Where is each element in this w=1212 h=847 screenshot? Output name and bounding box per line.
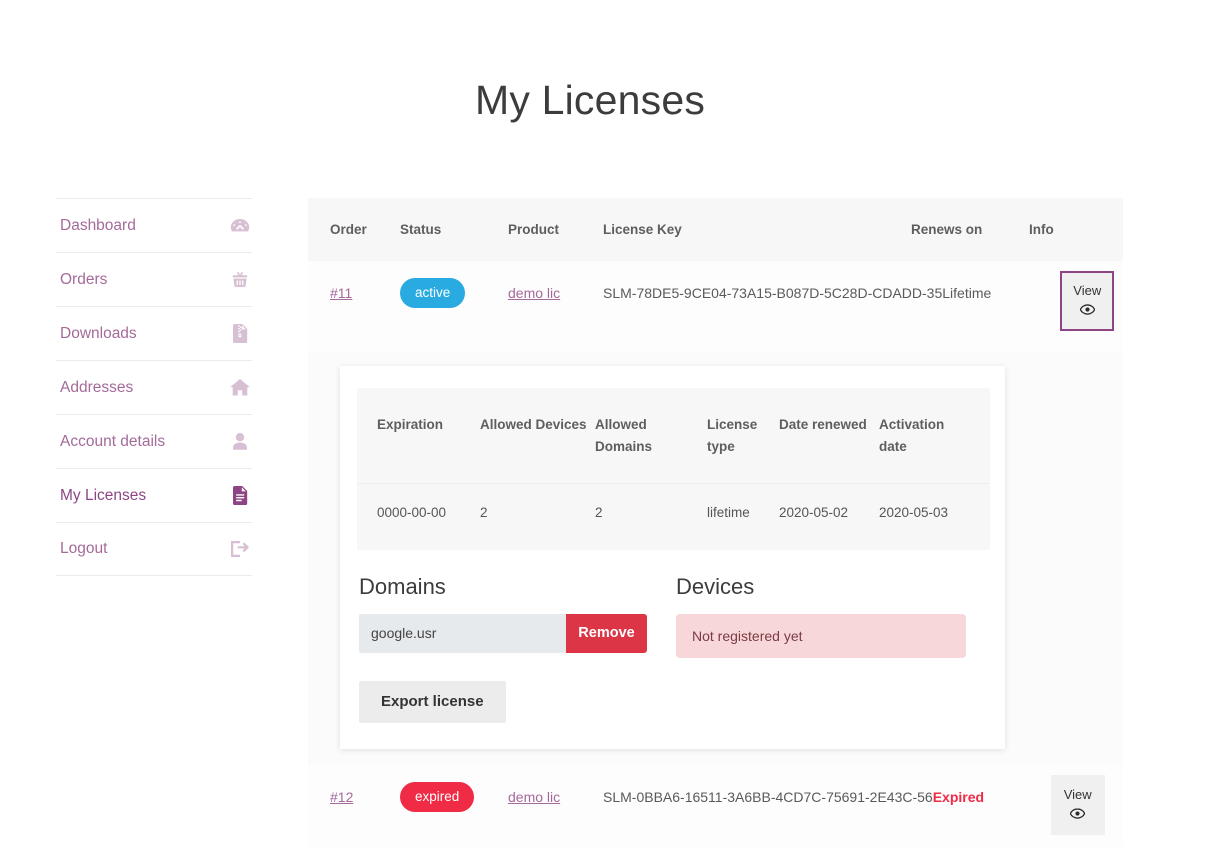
eye-icon	[1079, 303, 1096, 318]
license-key-cell: SLM-0BBA6-16511-3A6BB-4CD7C-75691-2E43C-…	[603, 788, 933, 805]
sidebar-item-label: Downloads	[60, 324, 137, 342]
page-title: My Licenses	[474, 77, 706, 124]
meta-expiration: 0000-00-00	[377, 505, 447, 521]
view-button-label: View	[1063, 786, 1092, 802]
license-meta-row: 0000-00-00 2 2 lifetime 2020-05-02 2020-…	[357, 483, 990, 551]
header-status: Status	[400, 222, 442, 237]
license-meta-header: Expiration Allowed Devices Allowed Domai…	[357, 388, 990, 484]
devices-empty-notice: Not registered yet	[676, 613, 966, 658]
sidebar-item-downloads[interactable]: Downloads	[56, 306, 252, 360]
view-button-label: View	[1073, 283, 1102, 298]
domains-column: Domains Remove Export license	[359, 574, 676, 723]
license-detail-wrapper: Expiration Allowed Devices Allowed Domai…	[308, 351, 1123, 765]
logout-icon	[230, 539, 250, 559]
meta-header-activation-date: Activation date	[879, 417, 945, 454]
devices-heading: Devices	[676, 574, 755, 600]
header-renews-on: Renews on	[911, 222, 983, 237]
basket-icon	[230, 270, 250, 290]
devices-column: Devices Not registered yet	[676, 574, 988, 722]
order-cell: #11	[330, 281, 400, 305]
domain-input[interactable]	[359, 613, 566, 653]
product-cell: demo lic	[508, 785, 603, 809]
licenses-table: Order Status Product License Key Renews …	[308, 198, 1123, 847]
sidebar-item-orders[interactable]: Orders	[56, 252, 252, 306]
table-row: #12 expired demo lic SLM-0BBA6-16511-3A6…	[308, 764, 1123, 847]
renews-on-cell: Expired	[933, 785, 1051, 809]
sidebar-item-label: Logout	[60, 540, 108, 558]
meta-license-type: lifetime	[707, 505, 750, 521]
info-cell: View	[1050, 774, 1123, 835]
product-cell: demo lic	[508, 281, 603, 305]
sidebar-item-label: Account details	[60, 432, 166, 450]
meta-activation-date: 2020-05-03	[879, 505, 949, 521]
meta-header-expiration: Expiration	[377, 417, 444, 432]
meta-allowed-devices: 2	[480, 505, 488, 521]
licenses-table-header: Order Status Product License Key Renews …	[308, 198, 1123, 261]
sidebar-item-label: Dashboard	[60, 216, 136, 234]
meta-date-renewed: 2020-05-02	[779, 505, 849, 521]
domain-entry-row: Remove	[359, 613, 647, 653]
sidebar-item-label: My Licenses	[60, 486, 147, 504]
sidebar-item-addresses[interactable]: Addresses	[56, 360, 252, 414]
status-cell: active	[400, 278, 508, 308]
document-icon	[230, 486, 250, 506]
sidebar-item-dashboard[interactable]: Dashboard	[56, 198, 252, 252]
export-license-button[interactable]: Export license	[359, 680, 506, 723]
sidebar-item-label: Addresses	[60, 378, 134, 396]
view-license-button[interactable]: View	[1050, 774, 1105, 835]
product-link[interactable]: demo lic	[508, 285, 560, 301]
license-key-cell: SLM-78DE5-9CE04-73A15-B087D-5C28D-CDADD-…	[603, 285, 943, 301]
license-detail-panel: Expiration Allowed Devices Allowed Domai…	[340, 366, 1005, 749]
domains-devices-section: Domains Remove Export license Devices No…	[357, 574, 988, 723]
sidebar-item-label: Orders	[60, 270, 108, 288]
order-link[interactable]: #12	[330, 789, 353, 805]
dashboard-icon	[230, 216, 250, 236]
renews-on-value: Lifetime	[942, 285, 992, 301]
file-zip-icon	[230, 324, 250, 344]
status-cell: expired	[400, 781, 508, 812]
my-licenses-page: My Licenses Dashboard Orders Downloads Addr…	[0, 0, 1212, 847]
user-icon	[230, 432, 250, 452]
order-link[interactable]: #11	[330, 285, 352, 301]
header-order: Order	[330, 222, 367, 237]
eye-icon	[1069, 807, 1086, 822]
meta-header-date-renewed: Date renewed	[779, 417, 867, 432]
license-meta-table: Expiration Allowed Devices Allowed Domai…	[357, 388, 990, 551]
meta-header-license-type: License type	[707, 417, 758, 454]
meta-allowed-domains: 2	[595, 505, 603, 521]
sidebar-item-my-licenses[interactable]: My Licenses	[56, 468, 252, 522]
meta-header-allowed-domains: Allowed Domains	[595, 417, 653, 454]
header-product: Product	[508, 222, 560, 237]
home-icon	[230, 378, 250, 398]
devices-empty-message: Not registered yet	[692, 627, 803, 644]
meta-header-allowed-devices: Allowed Devices	[480, 417, 587, 432]
header-license-key: License Key	[603, 222, 682, 237]
renews-on-cell: Lifetime	[942, 281, 1060, 305]
sidebar-item-logout[interactable]: Logout	[56, 522, 252, 576]
header-info: Info	[1029, 222, 1054, 237]
renews-on-value: Expired	[932, 788, 985, 805]
product-link[interactable]: demo lic	[508, 789, 560, 805]
status-badge: expired	[400, 781, 475, 812]
view-license-button[interactable]: View	[1060, 271, 1115, 331]
remove-domain-button[interactable]: Remove	[566, 613, 647, 653]
status-badge: active	[400, 278, 466, 308]
order-cell: #12	[330, 785, 400, 809]
table-row: #11 active demo lic SLM-78DE5-9CE04-73A1…	[308, 261, 1123, 351]
sidebar-item-account-details[interactable]: Account details	[56, 414, 252, 468]
domains-heading: Domains	[359, 574, 446, 600]
account-sidebar: Dashboard Orders Downloads Addresses Account…	[56, 198, 252, 576]
info-cell: View	[1060, 271, 1132, 331]
